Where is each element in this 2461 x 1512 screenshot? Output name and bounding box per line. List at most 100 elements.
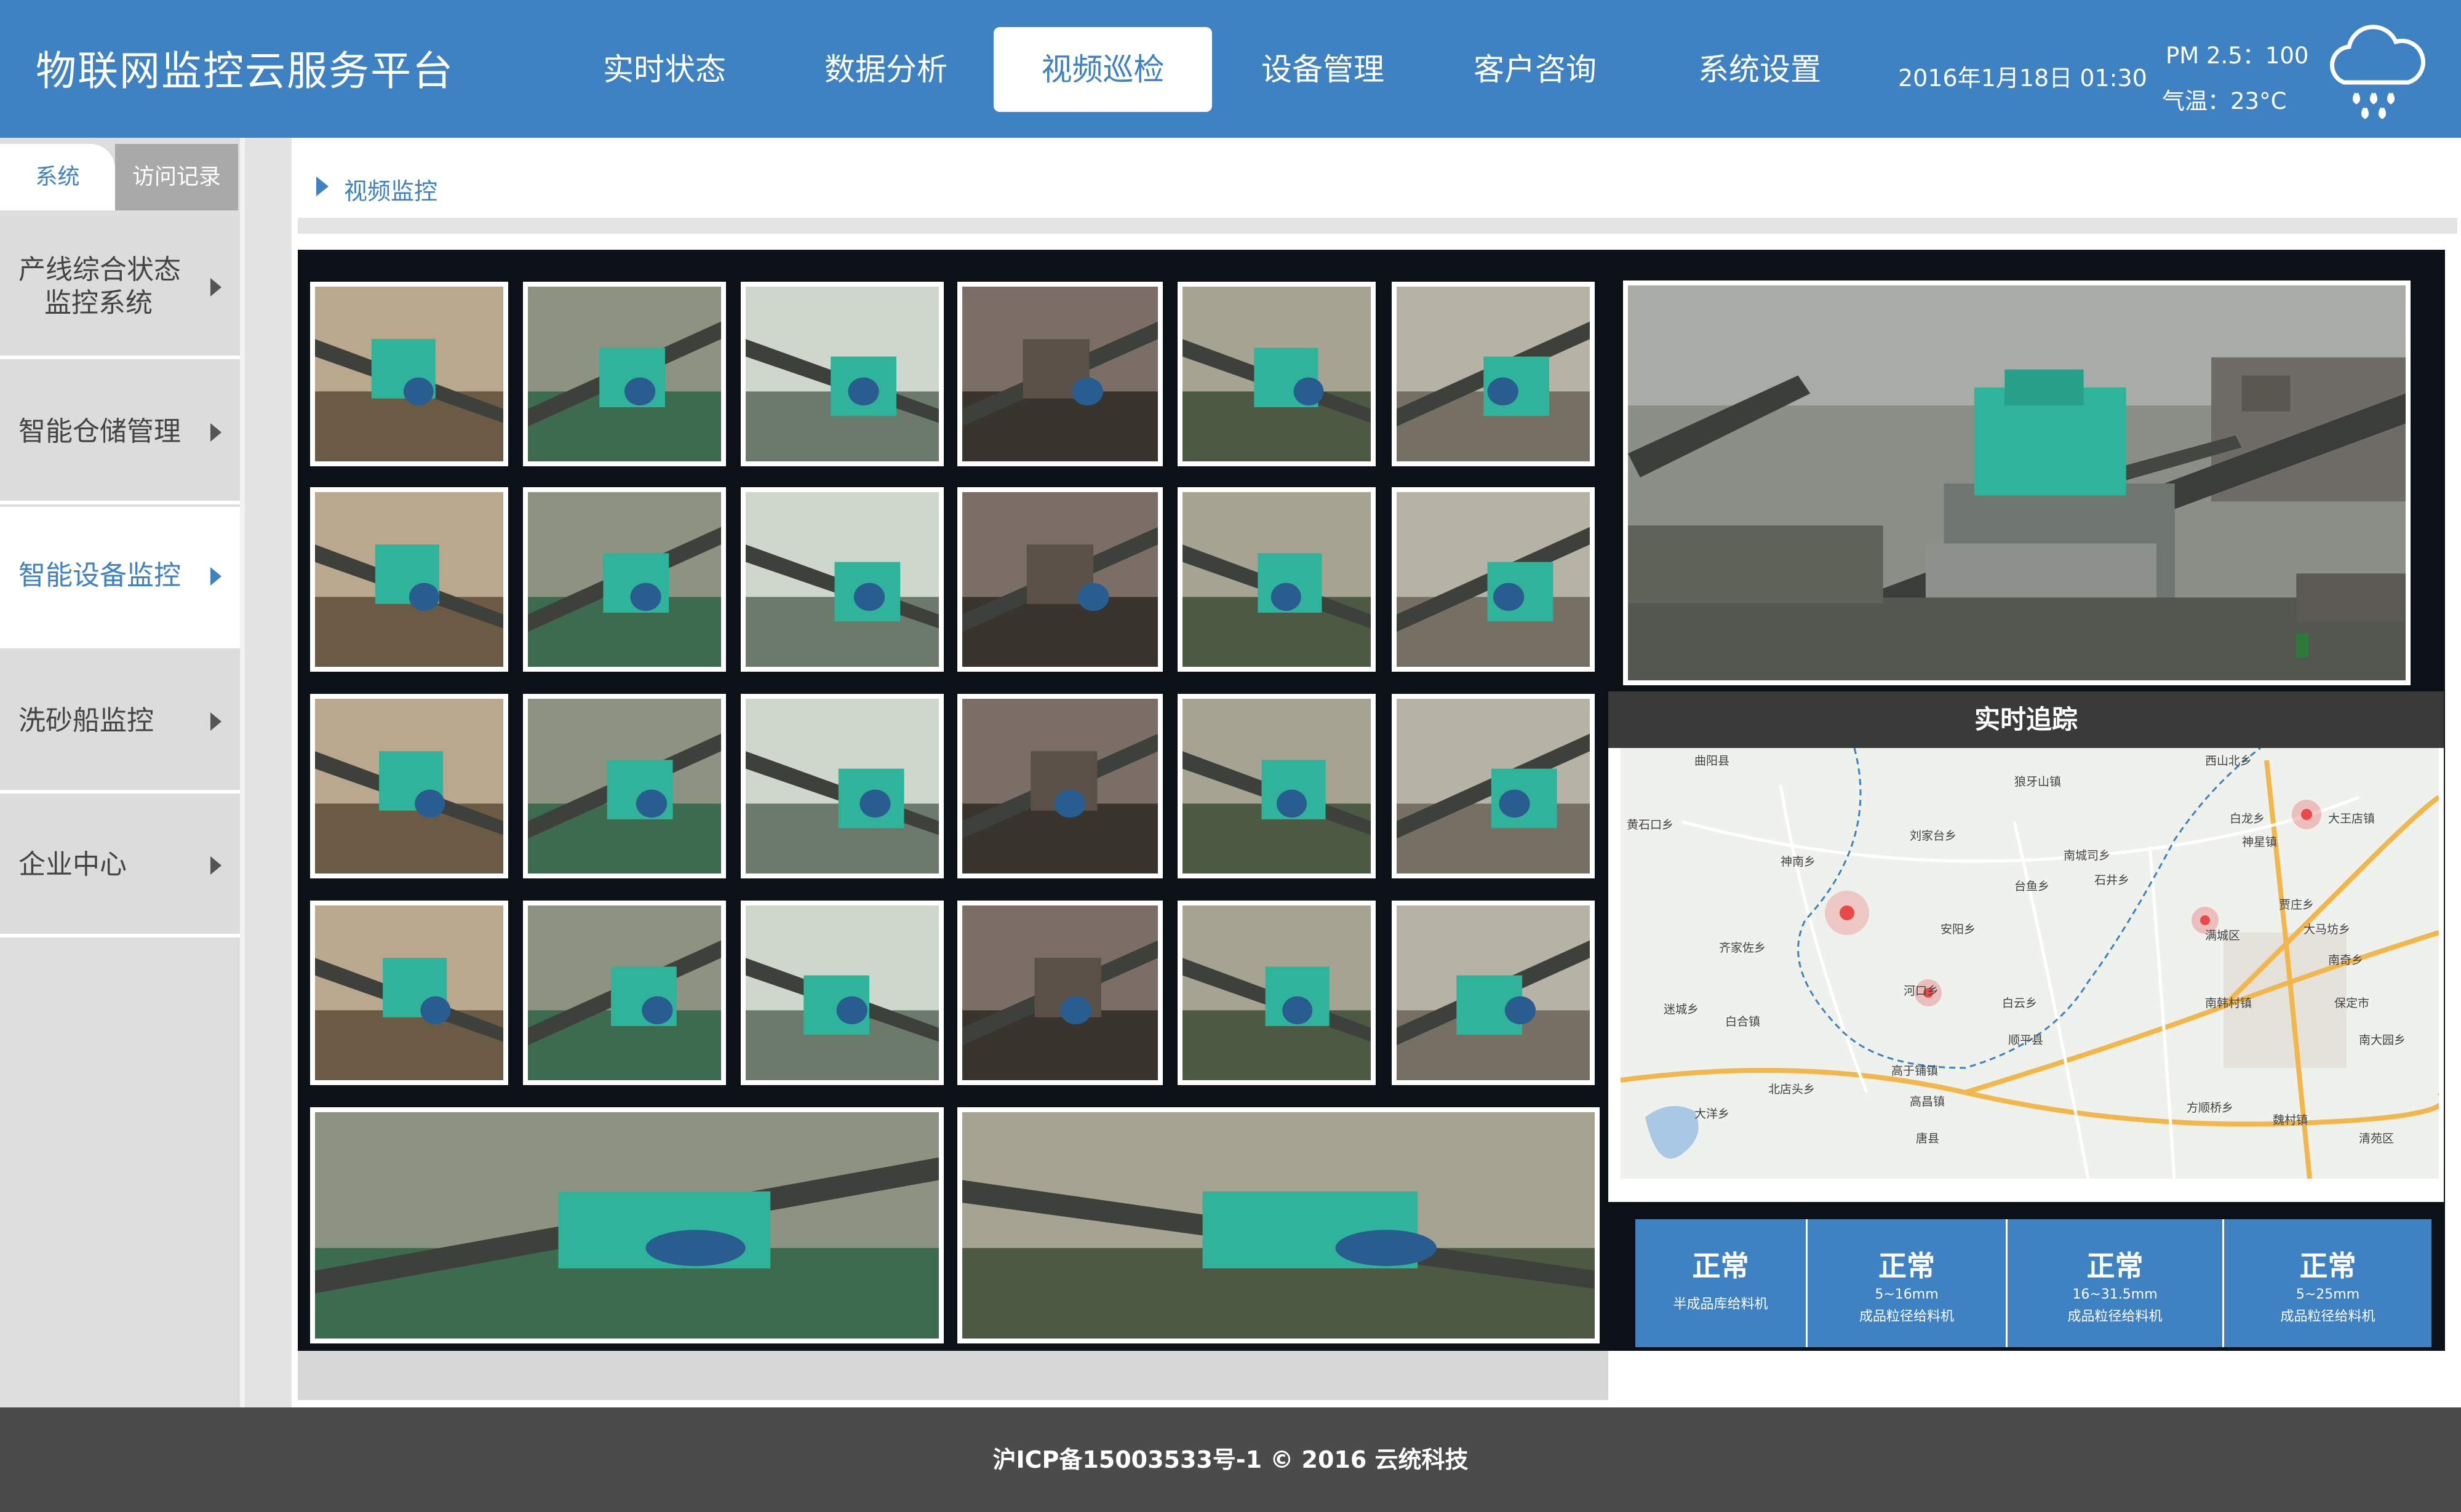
video-thumbnail[interactable] xyxy=(310,901,508,1085)
nav-system-settings[interactable]: 系统设置 xyxy=(1667,27,1852,112)
sidebar-item-label: 智能设备监控 xyxy=(18,560,181,591)
sidebar-item-label: 产线综合状态 xyxy=(18,254,181,285)
equipment-photo xyxy=(962,492,1158,667)
video-thumbnail[interactable] xyxy=(741,901,944,1085)
map-place-label: 魏村镇 xyxy=(2273,1113,2308,1127)
equipment-photo xyxy=(1183,699,1371,873)
chevron-right-icon xyxy=(210,423,221,442)
chevron-right-icon xyxy=(210,856,221,875)
video-thumbnail[interactable] xyxy=(741,694,944,878)
status-cell[interactable]: 正常 5~16mm 成品粒径给料机 xyxy=(1808,1219,2008,1347)
map-place-label: 白合镇 xyxy=(1725,1015,1761,1029)
map-place-label: 白龙乡 xyxy=(2230,812,2265,826)
equipment-photo xyxy=(1397,287,1590,461)
map-place-label: 齐家佐乡 xyxy=(1719,941,1766,955)
map-place-label: 神南乡 xyxy=(1781,855,1816,869)
video-thumbnail[interactable] xyxy=(310,694,508,878)
sidebar-item-sand-washing-ship[interactable]: 洗砂船监控 xyxy=(0,652,240,794)
equipment-photo xyxy=(1183,905,1371,1080)
status-spec: 5~16mm xyxy=(1875,1287,1939,1302)
video-thumbnail[interactable] xyxy=(957,487,1163,672)
map-place-label: 方顺桥乡 xyxy=(2187,1101,2234,1115)
video-thumbnail[interactable] xyxy=(310,282,508,466)
map-place-label: 保定市 xyxy=(2334,997,2370,1010)
nav-data-analysis[interactable]: 数据分析 xyxy=(794,27,978,112)
video-thumbnail[interactable] xyxy=(523,282,726,466)
video-thumbnail[interactable] xyxy=(310,487,508,672)
status-device: 成品粒径给料机 xyxy=(1859,1309,1954,1324)
map-place-label: 狼牙山镇 xyxy=(2014,775,2062,789)
status-device: 半成品库给料机 xyxy=(1673,1297,1768,1312)
nav-customer-consult[interactable]: 客户咨询 xyxy=(1443,27,1627,112)
rain-cloud-icon xyxy=(2330,25,2425,119)
map-place-label: 大洋乡 xyxy=(1694,1107,1730,1121)
map-place-label: 刘家台乡 xyxy=(1910,829,1957,843)
sidebar-item-smart-warehouse[interactable]: 智能仓储管理 xyxy=(0,363,240,504)
equipment-photo xyxy=(528,492,721,667)
breadcrumb-label[interactable]: 视频监控 xyxy=(344,172,437,206)
map-place-label: 白云乡 xyxy=(2002,997,2038,1010)
video-thumbnail[interactable] xyxy=(957,1107,1600,1343)
equipment-photo xyxy=(746,905,939,1080)
video-thumbnail[interactable] xyxy=(741,487,944,672)
equipment-photo xyxy=(315,287,503,461)
video-thumbnail[interactable] xyxy=(523,694,726,878)
nav-video-patrol[interactable]: 视频巡检 xyxy=(994,27,1212,112)
breadcrumb-arrow-icon xyxy=(316,177,329,196)
panel-footer-strip xyxy=(298,1351,1608,1400)
equipment-photo xyxy=(315,699,503,873)
datetime-display: 2016年1月18日 01:30 xyxy=(1898,65,2147,92)
pm25-reading: PM 2.5：100 xyxy=(2166,42,2309,69)
status-text: 正常 xyxy=(2086,1249,2144,1283)
app-title: 物联网监控云服务平台 xyxy=(36,47,454,95)
map-place-label: 清苑区 xyxy=(2359,1132,2395,1145)
tab-system[interactable]: 系统 xyxy=(0,144,115,210)
sidebar-item-label: 洗砂船监控 xyxy=(18,705,154,736)
video-thumbnail[interactable] xyxy=(523,487,726,672)
status-device: 成品粒径给料机 xyxy=(2280,1309,2375,1324)
equipment-photo xyxy=(1397,699,1590,873)
sidebar-item-smart-device-monitor[interactable]: 智能设备监控 xyxy=(0,507,240,648)
chevron-right-icon xyxy=(210,567,221,586)
map-place-label: 迷城乡 xyxy=(1664,1003,1699,1016)
video-thumbnail[interactable] xyxy=(310,1107,944,1343)
status-cell[interactable]: 正常 半成品库给料机 xyxy=(1635,1219,1808,1347)
video-thumbnail[interactable] xyxy=(741,282,944,466)
equipment-photo xyxy=(315,1112,939,1339)
map-place-label: 顺平县 xyxy=(2008,1033,2044,1047)
map-place-label: 大王店镇 xyxy=(2328,812,2375,826)
sidebar-item-label: 企业中心 xyxy=(18,849,127,880)
video-thumbnail[interactable] xyxy=(1178,694,1376,878)
equipment-photo xyxy=(962,699,1158,873)
map-place-label: 台鱼乡 xyxy=(2014,880,2050,893)
equipment-photo xyxy=(746,699,939,873)
map-place-label: 安阳乡 xyxy=(1940,923,1976,936)
live-video-feed[interactable] xyxy=(1623,281,2411,685)
video-thumbnail[interactable] xyxy=(957,694,1163,878)
video-thumbnail[interactable] xyxy=(957,901,1163,1085)
video-thumbnail[interactable] xyxy=(1392,282,1595,466)
video-thumbnail[interactable] xyxy=(1178,487,1376,672)
sidebar-divider xyxy=(240,138,245,1407)
equipment-photo xyxy=(315,905,503,1080)
video-thumbnail[interactable] xyxy=(523,901,726,1085)
map-place-label: 贾庄乡 xyxy=(2279,898,2315,912)
status-device: 成品粒径给料机 xyxy=(2067,1309,2163,1324)
crusher-site-image xyxy=(1628,285,2406,680)
nav-realtime-status[interactable]: 实时状态 xyxy=(572,27,757,112)
status-cell[interactable]: 正常 16~31.5mm 成品粒径给料机 xyxy=(2008,1219,2224,1347)
sidebar-item-production-line[interactable]: 产线综合状态 监控系统 xyxy=(0,218,240,359)
sidebar-item-enterprise-center[interactable]: 企业中心 xyxy=(0,796,240,937)
status-cell[interactable]: 正常 5~25mm 成品粒径给料机 xyxy=(2224,1219,2431,1347)
video-thumbnail[interactable] xyxy=(1178,901,1376,1085)
video-thumbnail[interactable] xyxy=(1392,694,1595,878)
tab-access-log[interactable]: 访问记录 xyxy=(115,144,238,210)
video-thumbnail[interactable] xyxy=(1392,901,1595,1085)
nav-device-management[interactable]: 设备管理 xyxy=(1230,27,1415,112)
video-thumbnail[interactable] xyxy=(957,282,1163,466)
equipment-photo xyxy=(1183,492,1371,667)
map-place-label: 高于铺镇 xyxy=(1891,1064,1939,1078)
tracking-map[interactable]: 曲阳县 西山北乡 狼牙山镇 黄石口乡 白龙乡 大王店镇 刘家台乡 神星镇 南城司乡 石井乡 神南乡台… xyxy=(1621,748,2439,1179)
video-thumbnail[interactable] xyxy=(1178,282,1376,466)
video-thumbnail[interactable] xyxy=(1392,487,1595,672)
